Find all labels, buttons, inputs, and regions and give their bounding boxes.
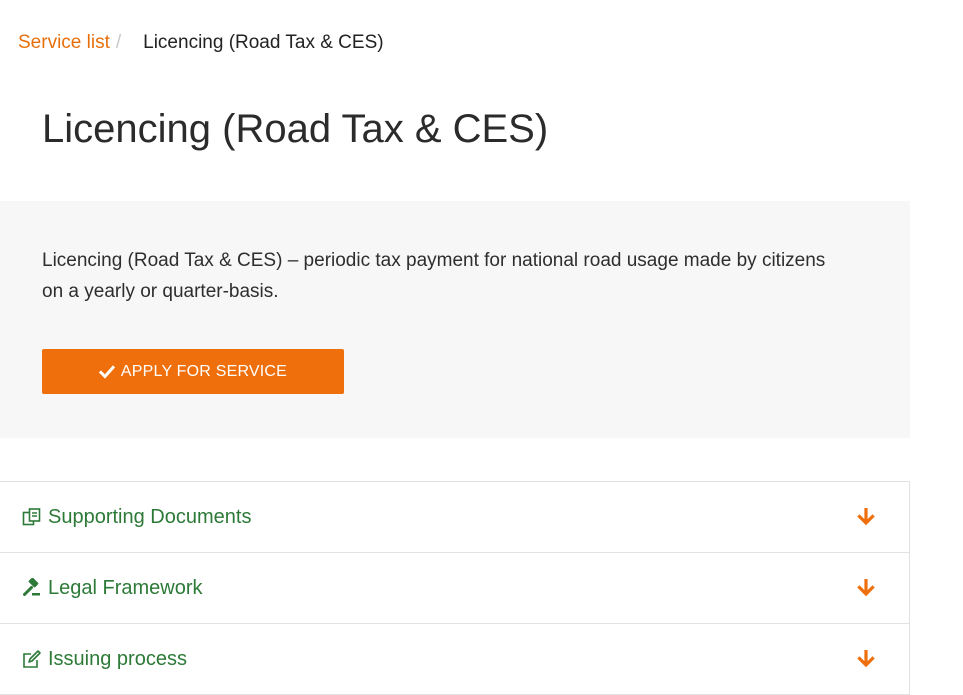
- accordion-item-legal-framework[interactable]: Legal Framework: [0, 553, 909, 624]
- accordion-label-supporting-documents: Supporting Documents: [48, 505, 252, 528]
- apply-button-label: APPLY FOR SERVICE: [120, 362, 288, 380]
- documents-icon: [22, 508, 41, 526]
- breadcrumb-separator: /: [115, 32, 122, 53]
- service-info-panel: Licencing (Road Tax & CES) – periodic ta…: [0, 201, 910, 438]
- apply-for-service-button[interactable]: APPLY FOR SERVICE: [42, 349, 344, 394]
- breadcrumb-current: Licencing (Road Tax & CES): [143, 32, 384, 53]
- arrow-down-icon: [857, 508, 875, 526]
- gavel-icon: [23, 578, 40, 596]
- breadcrumb: Service list / Licencing (Road Tax & CES): [18, 30, 384, 56]
- service-details-accordion: Supporting Documents Legal Framework Iss…: [0, 481, 910, 695]
- accordion-label-issuing-process: Issuing process: [48, 647, 187, 670]
- accordion-item-issuing-process[interactable]: Issuing process: [0, 624, 909, 695]
- page-title: Licencing (Road Tax & CES): [42, 107, 549, 151]
- accordion-label-legal-framework: Legal Framework: [48, 576, 203, 599]
- arrow-down-icon: [857, 579, 875, 597]
- breadcrumb-service-list-link[interactable]: Service list: [18, 32, 110, 53]
- accordion-item-supporting-documents[interactable]: Supporting Documents: [0, 482, 909, 553]
- arrow-down-icon: [857, 650, 875, 668]
- service-description: Licencing (Road Tax & CES) – periodic ta…: [42, 250, 826, 302]
- edit-icon: [23, 650, 41, 668]
- check-icon: [98, 364, 115, 379]
